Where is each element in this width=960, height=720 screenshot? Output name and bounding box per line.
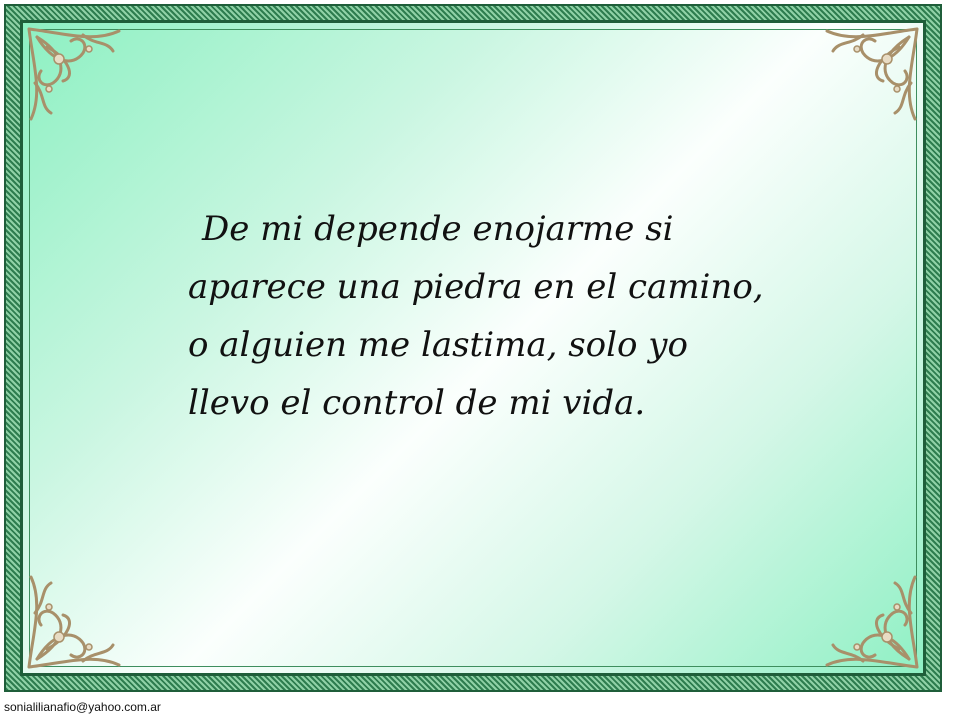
quote-line-4: llevo el control de mi vida.: [188, 383, 646, 423]
corner-ornament-top-left-icon: [27, 27, 121, 121]
quote-line-2: aparece una piedra en el camino,: [188, 267, 764, 307]
footer-email: sonialilianafio@yahoo.com.ar: [4, 700, 161, 714]
quote-line-1: De mi depende enojarme si: [202, 209, 674, 249]
quote-line-3: o alguien me lastima, solo yo: [188, 325, 688, 365]
corner-ornament-bottom-right-icon: [825, 575, 919, 669]
slide: De mi depende enojarme si aparece una pi…: [0, 0, 960, 720]
corner-ornament-top-right-icon: [825, 27, 919, 121]
quote-text: De mi depende enojarme si aparece una pi…: [188, 200, 788, 432]
corner-ornament-bottom-left-icon: [27, 575, 121, 669]
